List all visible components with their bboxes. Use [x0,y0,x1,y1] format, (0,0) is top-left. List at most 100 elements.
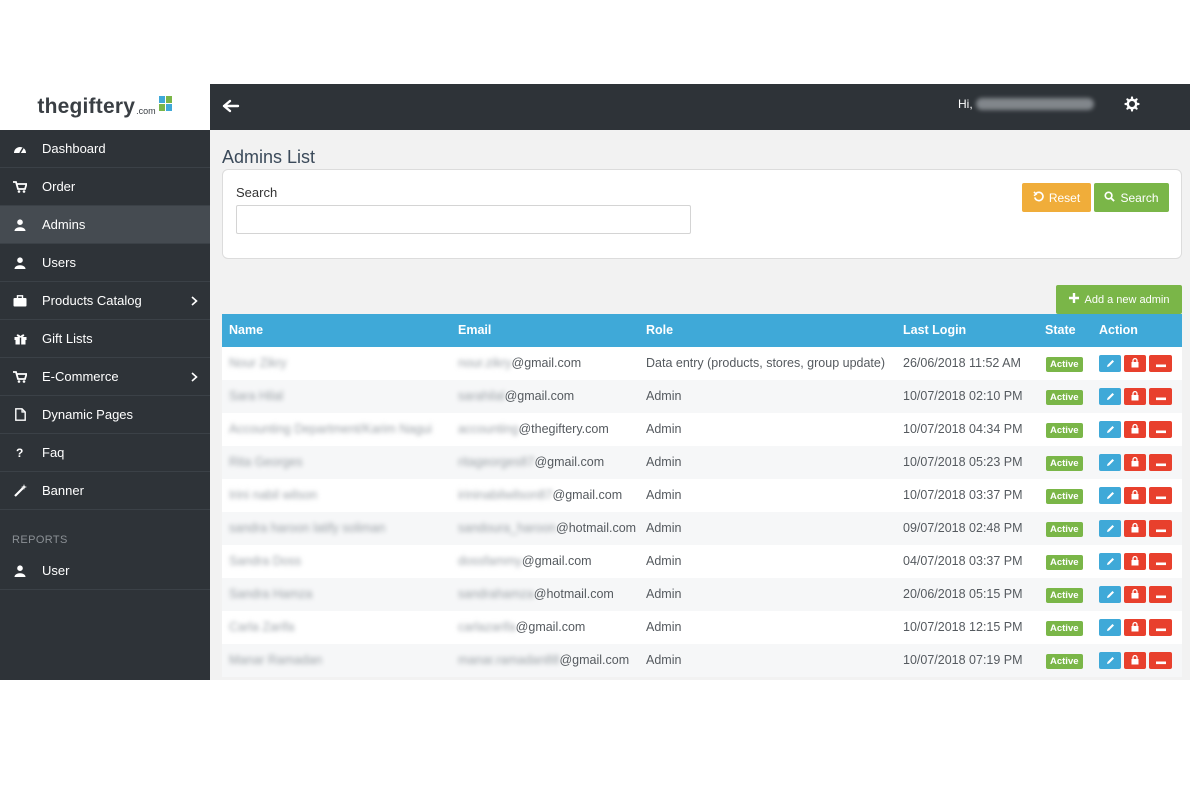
edit-button[interactable] [1099,619,1121,636]
delete-button[interactable] [1149,388,1172,405]
delete-button[interactable] [1149,619,1172,636]
lock-button[interactable] [1124,553,1146,570]
edit-button[interactable] [1099,487,1121,504]
status-badge: Active [1046,357,1083,372]
admin-email-domain: @gmail.com [552,488,623,502]
search-button[interactable]: Search [1094,183,1169,212]
sidebar-item-faq[interactable]: ? Faq [0,434,210,472]
lock-button[interactable] [1124,652,1146,669]
minus-icon [1155,357,1166,371]
lock-button[interactable] [1124,619,1146,636]
sidebar-item-dynamic-pages[interactable]: Dynamic Pages [0,396,210,434]
edit-button[interactable] [1099,421,1121,438]
header-email: Email [458,323,492,337]
add-admin-button[interactable]: Add a new admin [1056,285,1182,314]
delete-button[interactable] [1149,586,1172,603]
pencil-icon [1106,357,1115,371]
admin-role: Admin [646,587,682,601]
admin-email: sandoura_haroon @hotmail.com [458,521,636,535]
admins-table: Name Email Role Last Login State Action … [222,314,1182,677]
admin-name-redacted: Irini nabil wilson [229,488,318,502]
admin-email-domain: @gmail.com [511,356,582,370]
status-badge: Active [1046,390,1083,405]
chevron-right-icon [191,370,198,385]
sidebar-item-e-commerce[interactable]: E-Commerce [0,358,210,396]
file-icon [12,408,28,422]
minus-icon [1155,390,1166,404]
sidebar-item-dashboard[interactable]: Dashboard [0,130,210,168]
lock-button[interactable] [1124,421,1146,438]
sidebar-item-order[interactable]: Order [0,168,210,206]
sidebar-item-products-catalog[interactable]: Products Catalog [0,282,210,320]
edit-button[interactable] [1099,652,1121,669]
topbar: Hi, [210,84,1190,130]
admin-name: Sara Hilal [229,389,283,403]
lock-icon [1131,654,1139,668]
lock-icon [1131,390,1139,404]
gear-icon[interactable] [1124,96,1140,112]
sidebar-item-label: Dynamic Pages [42,407,134,422]
logo[interactable]: thegiftery .com [0,84,210,130]
reports-section-label: REPORTS [12,534,68,546]
reset-label: Reset [1048,190,1081,205]
sidebar-item-label: Products Catalog [42,293,142,308]
minus-icon [1155,423,1166,437]
admin-email: manar.ramadan88 @gmail.com [458,653,629,667]
table-row: Nour Zikry nour.zikry @gmail.com Data entry… [222,347,1182,380]
pencil-icon [1106,621,1115,635]
sidebar-item-gift-lists[interactable]: Gift Lists [0,320,210,358]
admin-name: sandra haroon latify soliman [229,521,385,535]
admin-name: Rita Georges [229,455,303,469]
lock-button[interactable] [1124,586,1146,603]
reset-button[interactable]: Reset [1022,183,1091,212]
greeting-prefix: Hi, [958,97,973,111]
delete-button[interactable] [1149,652,1172,669]
magic-wand-icon [12,484,28,498]
delete-button[interactable] [1149,553,1172,570]
table-row: Manar Ramadan manar.ramadan88 @gmail.com Ad… [222,644,1182,677]
table-row: Rita Georges ritageorges87 @gmail.com Admin… [222,446,1182,479]
page-title: Admins List [222,147,316,167]
header-role: Role [646,323,674,337]
briefcase-icon [12,294,28,308]
sidebar-item-users[interactable]: Users [0,244,210,282]
sidebar-item-label: Order [42,179,76,194]
edit-button[interactable] [1099,520,1121,537]
delete-button[interactable] [1149,487,1172,504]
lock-button[interactable] [1124,487,1146,504]
minus-icon [1155,456,1166,470]
delete-button[interactable] [1149,520,1172,537]
delete-button[interactable] [1149,355,1172,372]
admin-name-redacted: Sara Hilal [229,389,284,403]
sidebar-item-label: User [42,563,70,578]
admin-email-user-redacted: manar.ramadan88 [458,653,560,667]
edit-button[interactable] [1099,355,1121,372]
admin-last-login: 04/07/2018 03:37 PM [903,554,1023,568]
delete-button[interactable] [1149,421,1172,438]
lock-button[interactable] [1124,454,1146,471]
back-arrow-icon[interactable] [222,97,242,117]
edit-button[interactable] [1099,454,1121,471]
admin-name-redacted: Nour Zikry [229,356,287,370]
minus-icon [1155,555,1166,569]
user-icon [12,218,28,232]
lock-button[interactable] [1124,520,1146,537]
admin-name: Carla Zarifa [229,620,294,634]
admin-email-user-redacted: sandrahamza [458,587,534,601]
admin-role: Admin [646,422,682,436]
edit-button[interactable] [1099,388,1121,405]
lock-button[interactable] [1124,355,1146,372]
sidebar-item-admins[interactable]: Admins [0,206,210,244]
admin-email-domain: @thegiftery.com [518,422,609,436]
dashboard-icon [12,142,28,156]
edit-button[interactable] [1099,553,1121,570]
delete-button[interactable] [1149,454,1172,471]
search-input[interactable] [236,205,691,234]
edit-button[interactable] [1099,586,1121,603]
lock-button[interactable] [1124,388,1146,405]
sidebar-item-report-user[interactable]: User [0,552,210,590]
lock-icon [1131,357,1139,371]
sidebar-item-banner[interactable]: Banner [0,472,210,510]
user-greeting[interactable]: Hi, [958,97,1094,111]
admin-email: nour.zikry @gmail.com [458,356,581,370]
